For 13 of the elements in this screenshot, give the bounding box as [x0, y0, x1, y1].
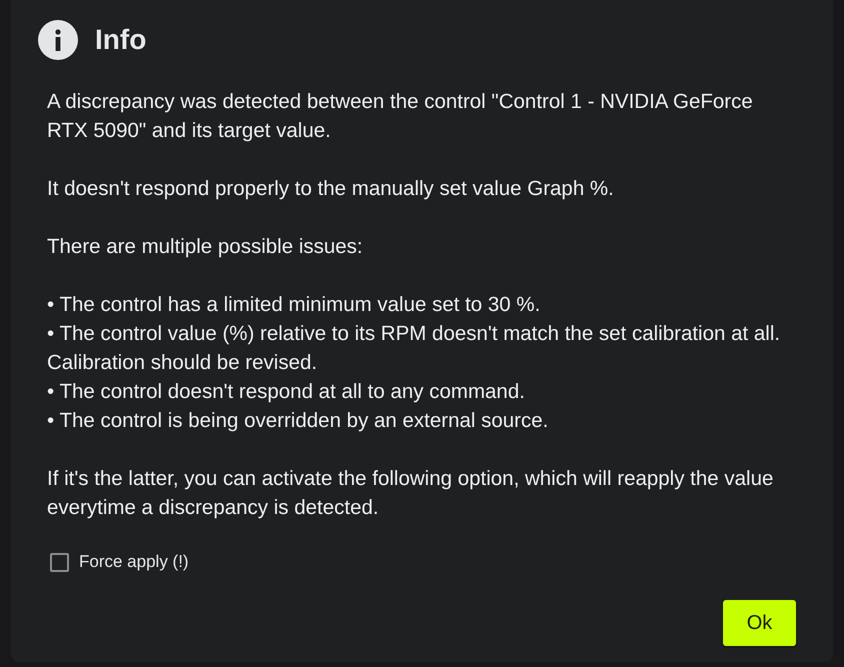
bullet-text: • The control doesn't respond at all to any command.	[47, 379, 526, 405]
dialog-title: Info	[95, 24, 146, 56]
message-text: It doesn't respond properly to the manually set value Graph %.	[47, 176, 615, 202]
checkbox-label[interactable]: Force apply (!)	[79, 552, 189, 572]
message-text: A discrepancy was detected between the control "Control 1 - NVIDIA GeForce RTX 5090" and its target value.	[47, 89, 754, 144]
bullet-text: • The control is being overridden by an external source.	[47, 408, 550, 434]
bullet-text: • The control has a limited minimum value set to 30 %.	[47, 292, 542, 318]
message-text: If it's the latter, you can activate the following option, which will reapply the value everytime a discrepancy is detected.	[47, 466, 774, 521]
message-text: There are multiple possible issues:	[47, 234, 364, 260]
ok-button[interactable]: Ok	[723, 600, 796, 646]
bullet-text: • The control value (%) relative to its RPM doesn't match the set calibration at all. Calibration should be revised.	[47, 321, 782, 376]
checkbox[interactable]	[50, 552, 69, 572]
info-icon	[38, 20, 78, 60]
